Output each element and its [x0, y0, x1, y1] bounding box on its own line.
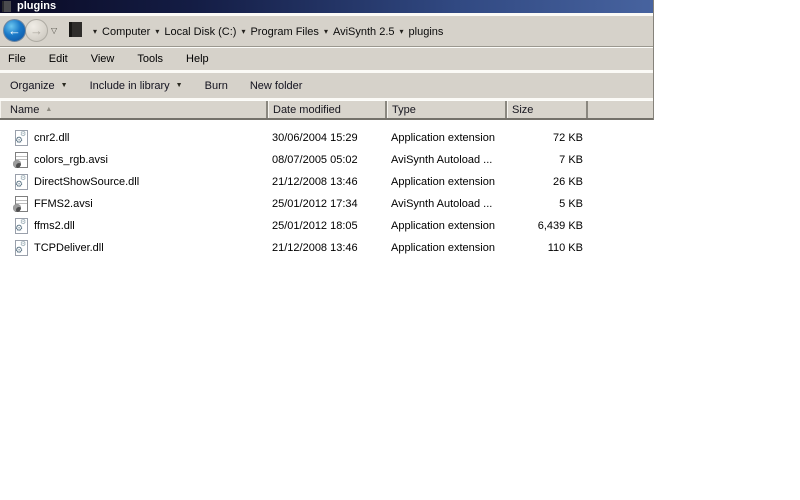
column-header-label: Size — [512, 103, 534, 116]
navigation-bar: ← → ▽ ▾ Computer ▾ Local Disk (C:) ▾ Pro… — [0, 16, 653, 47]
dropdown-arrow-icon: ▼ — [175, 82, 183, 89]
file-row[interactable]: DirectShowSource.dll 21/12/2008 13:46 Ap… — [0, 171, 654, 193]
breadcrumb-dropdown-icon[interactable]: ▾ — [150, 27, 164, 36]
file-size: 6,439 KB — [537, 220, 583, 232]
file-type-icon — [15, 174, 28, 190]
file-date-modified: 08/07/2005 05:02 — [272, 154, 358, 166]
file-name: ffms2.dll — [34, 220, 75, 232]
menu-item[interactable]: View — [89, 53, 125, 65]
file-type-icon — [13, 196, 28, 212]
toolbar-button-label: Include in library — [89, 79, 170, 92]
breadcrumb-dropdown-icon[interactable]: ▾ — [88, 27, 102, 36]
column-header[interactable]: Type ▲ — [387, 101, 507, 118]
file-type-icon — [15, 130, 28, 146]
title-bar[interactable]: plugins — [0, 0, 653, 13]
file-date-modified: 21/12/2008 13:46 — [272, 176, 358, 188]
file-type: Application extension — [391, 220, 495, 232]
file-row[interactable]: cnr2.dll 30/06/2004 15:29 Application ex… — [0, 127, 654, 149]
breadcrumb-dropdown-icon[interactable]: ▾ — [395, 27, 409, 36]
file-date-modified: 25/01/2012 17:34 — [272, 198, 358, 210]
sort-ascending-icon: ▲ — [45, 106, 53, 113]
file-type-icon — [13, 152, 28, 168]
file-size: 5 KB — [559, 198, 583, 210]
menu-item[interactable]: Tools — [135, 53, 173, 65]
address-folder-icon — [69, 22, 82, 37]
file-row[interactable]: ffms2.dll 25/01/2012 18:05 Application e… — [0, 215, 654, 237]
column-header[interactable]: Date modified ▲ — [268, 101, 387, 118]
explorer-window: plugins ← → ▽ ▾ Computer ▾ Local Disk (C… — [0, 0, 654, 259]
file-name-cell[interactable]: colors_rgb.avsi — [0, 152, 268, 168]
file-type: AviSynth Autoload ... — [391, 154, 493, 166]
file-name: DirectShowSource.dll — [34, 176, 140, 188]
column-header-row: Name ▲ Date modified ▲ Type ▲ Size ▲ — [0, 100, 653, 120]
column-header[interactable]: Size ▲ — [507, 101, 588, 118]
file-name-cell[interactable]: TCPDeliver.dll — [0, 240, 268, 256]
toolbar-button-label: New folder — [249, 79, 303, 92]
file-name: colors_rgb.avsi — [34, 154, 108, 166]
breadcrumb-dropdown-icon[interactable]: ▾ — [319, 27, 333, 36]
breadcrumb-item[interactable]: Program Files — [250, 26, 318, 38]
toolbar-button[interactable]: Burn ▼ — [205, 80, 228, 92]
column-header-filler — [588, 101, 653, 118]
menu-item[interactable]: Edit — [47, 53, 78, 65]
file-size: 26 KB — [553, 176, 583, 188]
breadcrumb-item[interactable]: Local Disk (C:) — [164, 26, 236, 38]
breadcrumb-item[interactable]: Computer — [102, 26, 150, 38]
file-type: Application extension — [391, 176, 495, 188]
file-type-icon — [15, 218, 28, 234]
column-header[interactable]: Name ▲ — [0, 101, 268, 118]
file-size: 110 KB — [547, 242, 583, 254]
column-header-label: Type — [392, 103, 416, 116]
toolbar-button[interactable]: Organize ▼ — [10, 80, 68, 92]
file-name: TCPDeliver.dll — [34, 242, 104, 254]
menu-item[interactable]: File — [6, 53, 36, 65]
file-list: cnr2.dll 30/06/2004 15:29 Application ex… — [0, 120, 654, 259]
file-size: 7 KB — [559, 154, 583, 166]
back-button[interactable]: ← — [3, 19, 26, 42]
breadcrumb-item[interactable]: plugins — [409, 26, 444, 38]
file-type: Application extension — [391, 242, 495, 254]
file-type: Application extension — [391, 132, 495, 144]
file-row[interactable]: TCPDeliver.dll 21/12/2008 13:46 Applicat… — [0, 237, 654, 259]
command-toolbar: Organize ▼ Include in library ▼ Burn ▼ N… — [0, 73, 653, 98]
file-type: AviSynth Autoload ... — [391, 198, 493, 210]
file-date-modified: 25/01/2012 18:05 — [272, 220, 358, 232]
recent-pages-chevron-icon[interactable]: ▽ — [51, 26, 57, 35]
toolbar-button[interactable]: New folder ▼ — [250, 80, 303, 92]
toolbar-button-label: Burn — [204, 79, 228, 92]
window-title: plugins — [17, 0, 57, 12]
menu-item[interactable]: Help — [184, 53, 219, 65]
file-name: FFMS2.avsi — [34, 198, 93, 210]
file-name-cell[interactable]: DirectShowSource.dll — [0, 174, 268, 190]
file-name: cnr2.dll — [34, 132, 70, 144]
breadcrumb-item[interactable]: AviSynth 2.5 — [333, 26, 395, 38]
column-header-label: Date modified — [273, 103, 341, 116]
file-row[interactable]: colors_rgb.avsi 08/07/2005 05:02 AviSynt… — [0, 149, 654, 171]
dropdown-arrow-icon: ▼ — [60, 82, 68, 89]
forward-button[interactable]: → — [25, 19, 48, 42]
file-row[interactable]: FFMS2.avsi 25/01/2012 17:34 AviSynth Aut… — [0, 193, 654, 215]
column-header-label: Name — [10, 103, 40, 116]
file-date-modified: 30/06/2004 15:29 — [272, 132, 358, 144]
file-type-icon — [15, 240, 28, 256]
file-name-cell[interactable]: cnr2.dll — [0, 130, 268, 146]
file-name-cell[interactable]: ffms2.dll — [0, 218, 268, 234]
file-name-cell[interactable]: FFMS2.avsi — [0, 196, 268, 212]
breadcrumb: ▾ Computer ▾ Local Disk (C:) ▾ Program F… — [88, 16, 443, 47]
file-date-modified: 21/12/2008 13:46 — [272, 242, 358, 254]
menu-bar: File Edit View Tools Help — [0, 48, 653, 70]
toolbar-button[interactable]: Include in library ▼ — [90, 80, 183, 92]
file-size: 72 KB — [553, 132, 583, 144]
toolbar-button-label: Organize — [10, 79, 55, 92]
folder-icon — [2, 1, 11, 12]
breadcrumb-dropdown-icon[interactable]: ▾ — [236, 27, 250, 36]
